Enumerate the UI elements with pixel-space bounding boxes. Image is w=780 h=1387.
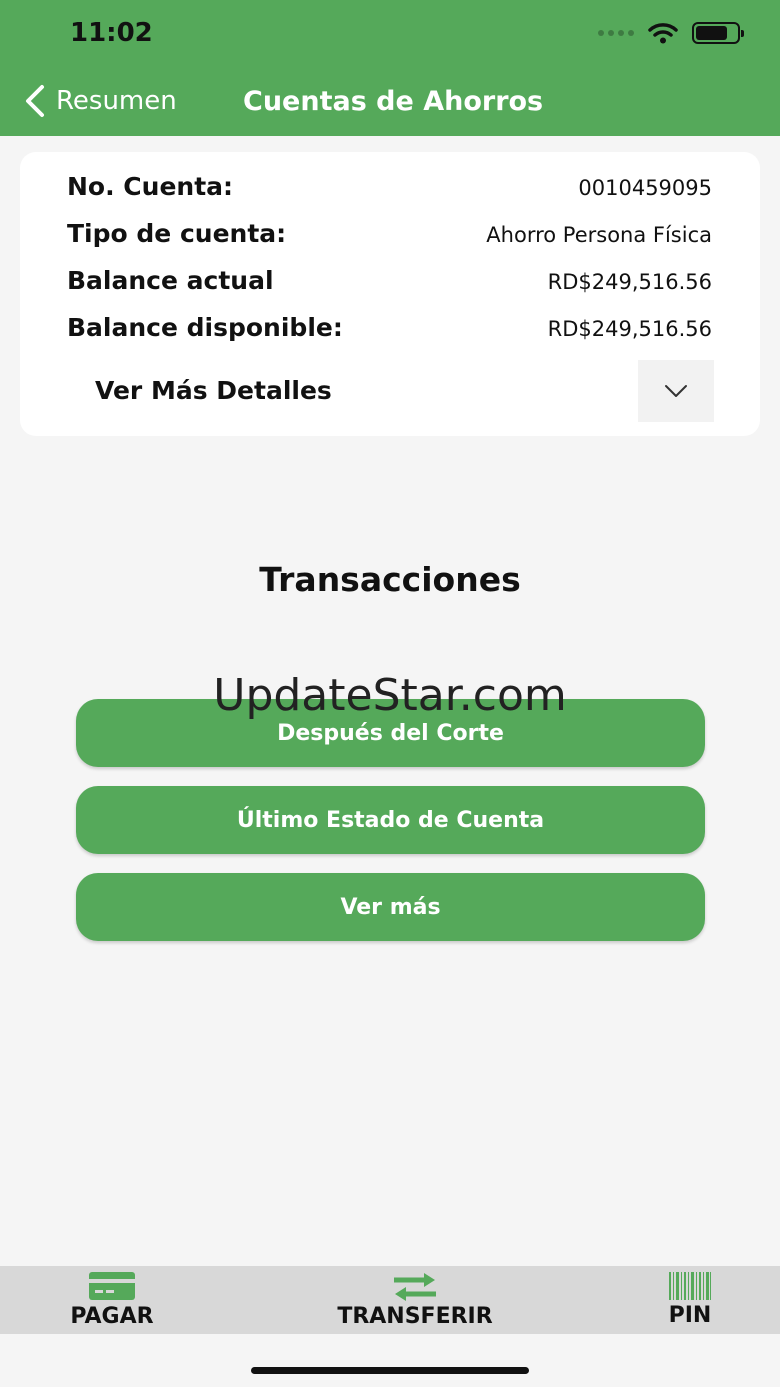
page-title: Cuentas de Ahorros bbox=[243, 86, 544, 117]
tab-pin[interactable]: PIN bbox=[660, 1266, 720, 1334]
account-type-label: Tipo de cuenta: bbox=[67, 219, 287, 248]
tab-transferir-label: TRANSFERIR bbox=[337, 1304, 493, 1329]
last-statement-button[interactable]: Último Estado de Cuenta bbox=[76, 786, 705, 854]
see-more-button[interactable]: Ver más bbox=[76, 873, 705, 941]
status-time: 11:02 bbox=[70, 18, 153, 48]
wifi-icon bbox=[648, 23, 678, 44]
back-button[interactable]: Resumen bbox=[24, 84, 177, 118]
more-details-label[interactable]: Ver Más Detalles bbox=[95, 376, 332, 405]
card-icon bbox=[89, 1272, 135, 1300]
current-balance-row: Balance actual RD$249,516.56 bbox=[67, 266, 712, 295]
back-label: Resumen bbox=[56, 86, 177, 116]
transfer-arrows-icon bbox=[394, 1273, 436, 1301]
bottom-tab-bar: PAGAR TRANSFERIR PIN bbox=[0, 1266, 780, 1334]
expand-details-button[interactable] bbox=[638, 360, 714, 422]
app-header: 11:02 Resumen Cuentas de Ahorros bbox=[0, 0, 780, 136]
status-icons bbox=[598, 22, 744, 44]
chevron-left-icon bbox=[26, 85, 44, 117]
tab-pin-label: PIN bbox=[668, 1303, 712, 1328]
tab-pagar-label: PAGAR bbox=[70, 1304, 154, 1329]
account-type-value: Ahorro Persona Física bbox=[486, 223, 712, 247]
account-number-label: No. Cuenta: bbox=[67, 172, 234, 201]
account-number-value: 0010459095 bbox=[578, 176, 712, 200]
signal-dots-icon bbox=[598, 30, 634, 36]
barcode-icon bbox=[669, 1272, 711, 1300]
available-balance-row: Balance disponible: RD$249,516.56 bbox=[67, 313, 712, 342]
account-type-row: Tipo de cuenta: Ahorro Persona Física bbox=[67, 219, 712, 248]
watermark: UpdateStar.com bbox=[213, 670, 567, 721]
account-number-row: No. Cuenta: 0010459095 bbox=[67, 172, 712, 201]
transactions-title: Transacciones bbox=[259, 560, 521, 599]
tab-pagar[interactable]: PAGAR bbox=[62, 1266, 162, 1334]
battery-icon bbox=[692, 22, 744, 44]
tab-transferir[interactable]: TRANSFERIR bbox=[320, 1266, 510, 1334]
available-balance-value: RD$249,516.56 bbox=[547, 317, 712, 341]
current-balance-label: Balance actual bbox=[67, 266, 274, 295]
current-balance-value: RD$249,516.56 bbox=[547, 270, 712, 294]
chevron-down-icon bbox=[665, 385, 687, 397]
available-balance-label: Balance disponible: bbox=[67, 313, 343, 342]
account-card: No. Cuenta: 0010459095 Tipo de cuenta: A… bbox=[20, 152, 760, 436]
home-indicator[interactable] bbox=[251, 1367, 529, 1374]
